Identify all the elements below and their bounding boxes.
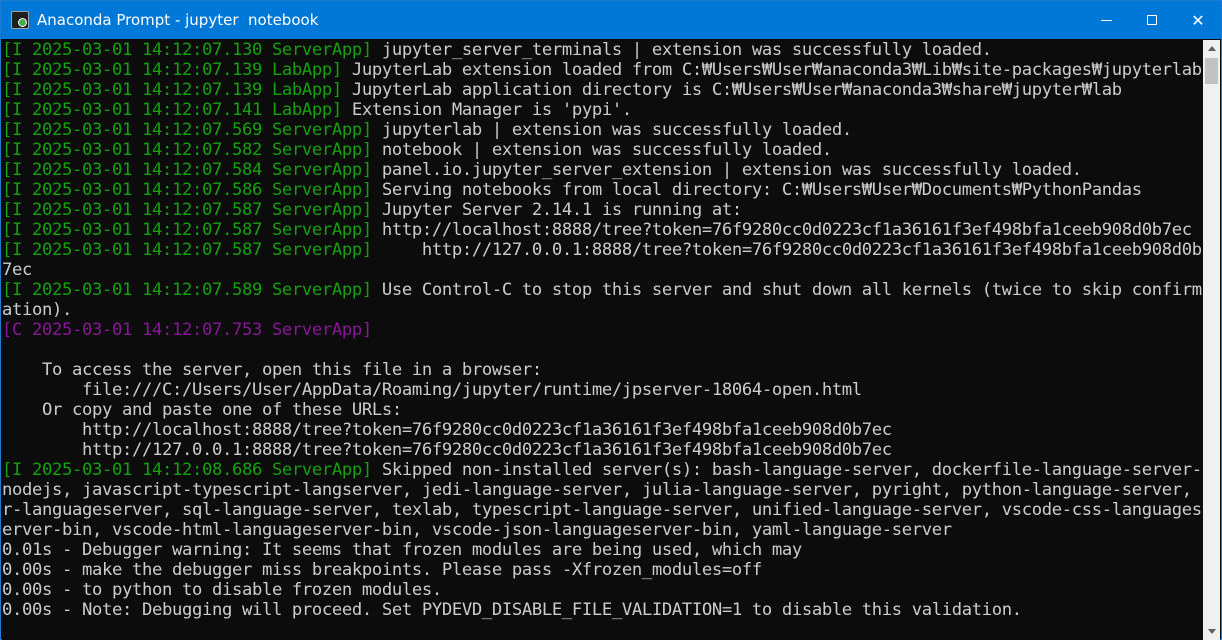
scroll-down-button[interactable] — [1203, 623, 1220, 640]
console-line: [I 2025-03-01 14:12:07.141 LabApp] Exten… — [2, 100, 1204, 120]
console-line: ation). — [2, 300, 1204, 320]
console-line: [I 2025-03-01 14:12:07.139 LabApp] Jupyt… — [2, 80, 1204, 100]
console-line: [I 2025-03-01 14:12:07.582 ServerApp] no… — [2, 140, 1204, 160]
log-message: Use Control-C to stop this server and sh… — [371, 280, 1202, 300]
log-message: ation). — [2, 300, 72, 320]
log-prefix: [I 2025-03-01 14:12:07.139 LabApp] — [2, 80, 342, 100]
console-line: r-languageserver, sql-language-server, t… — [2, 500, 1204, 520]
log-prefix: [I 2025-03-01 14:12:07.587 ServerApp] — [2, 220, 372, 240]
title-bar[interactable]: Anaconda Prompt - jupyter notebook ✕ — [1, 1, 1221, 39]
console-line: file:///C:/Users/User/AppData/Roaming/ju… — [2, 380, 1204, 400]
console-line: 0.00s - Note: Debugging will proceed. Se… — [2, 600, 1204, 620]
log-message: notebook | extension was successfully lo… — [371, 140, 832, 160]
scrollbar-thumb[interactable] — [1205, 58, 1218, 84]
log-message: file:///C:/Users/User/AppData/Roaming/ju… — [2, 380, 862, 400]
window-controls: ✕ — [1083, 1, 1221, 39]
console-line: To access the server, open this file in … — [2, 360, 1204, 380]
log-message: 7ec — [2, 260, 32, 280]
log-prefix: [I 2025-03-01 14:12:07.139 LabApp] — [2, 60, 342, 80]
log-message: 0.00s - to python to disable frozen modu… — [2, 580, 442, 600]
log-message: Extension Manager is 'pypi'. — [341, 100, 632, 120]
log-prefix: [I 2025-03-01 14:12:07.130 ServerApp] — [2, 40, 372, 60]
minimize-icon — [1100, 19, 1112, 21]
console-line: nodejs, javascript-typescript-langserver… — [2, 480, 1204, 500]
anaconda-prompt-icon[interactable] — [11, 11, 29, 29]
console-line: [I 2025-03-01 14:12:07.584 ServerApp] pa… — [2, 160, 1204, 180]
log-prefix: [C 2025-03-01 14:12:07.753 ServerApp] — [2, 320, 372, 340]
log-prefix: [I 2025-03-01 14:12:08.686 ServerApp] — [2, 460, 372, 480]
window-title: Anaconda Prompt - jupyter notebook — [37, 11, 319, 29]
console-line: [I 2025-03-01 14:12:07.587 ServerApp] Ju… — [2, 200, 1204, 220]
log-prefix: [I 2025-03-01 14:12:07.587 ServerApp] — [2, 240, 372, 260]
console-line: Or copy and paste one of these URLs: — [2, 400, 1204, 420]
log-message: nodejs, javascript-typescript-langserver… — [2, 480, 1204, 500]
log-prefix: [I 2025-03-01 14:12:07.587 ServerApp] — [2, 200, 372, 220]
log-message: erver-bin, vscode-html-languageserver-bi… — [2, 520, 952, 540]
log-message: http://127.0.0.1:8888/tree?token=76f9280… — [371, 240, 1202, 260]
scroll-up-button[interactable] — [1203, 40, 1220, 57]
log-message: jupyterlab | extension was successfully … — [371, 120, 852, 140]
console-line: 0.01s - Debugger warning: It seems that … — [2, 540, 1204, 560]
scroll-up-arrow-icon — [1207, 46, 1216, 51]
log-message: JupyterLab extension loaded from C:₩User… — [341, 60, 1202, 80]
log-prefix: [I 2025-03-01 14:12:07.589 ServerApp] — [2, 280, 372, 300]
console-line: [I 2025-03-01 14:12:07.139 LabApp] Jupyt… — [2, 60, 1204, 80]
log-prefix: [I 2025-03-01 14:12:07.584 ServerApp] — [2, 160, 372, 180]
vertical-scrollbar[interactable] — [1203, 40, 1220, 640]
console-line: [I 2025-03-01 14:12:07.587 ServerApp] ht… — [2, 220, 1204, 240]
scroll-down-arrow-icon — [1207, 629, 1216, 634]
log-message: To access the server, open this file in … — [2, 360, 542, 380]
console-line: [I 2025-03-01 14:12:08.686 ServerApp] Sk… — [2, 460, 1204, 480]
console-line: 7ec — [2, 260, 1204, 280]
log-message: r-languageserver, sql-language-server, t… — [2, 500, 1202, 520]
log-message: 0.01s - Debugger warning: It seems that … — [2, 540, 802, 560]
console-line: 0.00s - make the debugger miss breakpoin… — [2, 560, 1204, 580]
console-line: [I 2025-03-01 14:12:07.586 ServerApp] Se… — [2, 180, 1204, 200]
log-message: Serving notebooks from local directory: … — [371, 180, 1142, 200]
console-line: http://localhost:8888/tree?token=76f9280… — [2, 420, 1204, 440]
console-line: [I 2025-03-01 14:12:07.587 ServerApp] ht… — [2, 240, 1204, 260]
log-message: 0.00s - make the debugger miss breakpoin… — [2, 560, 762, 580]
log-message: 0.00s - Note: Debugging will proceed. Se… — [2, 600, 1022, 620]
console-line: http://127.0.0.1:8888/tree?token=76f9280… — [2, 440, 1204, 460]
maximize-icon — [1147, 15, 1157, 25]
close-button[interactable]: ✕ — [1175, 1, 1221, 39]
log-message: panel.io.jupyter_server_extension | exte… — [371, 160, 1082, 180]
maximize-button[interactable] — [1129, 1, 1175, 39]
log-message: JupyterLab application directory is C:₩U… — [341, 80, 1122, 100]
log-message: jupyter_server_terminals | extension was… — [371, 40, 992, 60]
console-line: erver-bin, vscode-html-languageserver-bi… — [2, 520, 1204, 540]
log-message: http://127.0.0.1:8888/tree?token=76f9280… — [2, 440, 892, 460]
console-line: [C 2025-03-01 14:12:07.753 ServerApp] — [2, 320, 1204, 340]
close-icon: ✕ — [1191, 10, 1205, 30]
log-prefix: [I 2025-03-01 14:12:07.586 ServerApp] — [2, 180, 372, 200]
console-line: [I 2025-03-01 14:12:07.589 ServerApp] Us… — [2, 280, 1204, 300]
log-prefix: [I 2025-03-01 14:12:07.569 ServerApp] — [2, 120, 372, 140]
log-prefix: [I 2025-03-01 14:12:07.582 ServerApp] — [2, 140, 372, 160]
minimize-button[interactable] — [1083, 1, 1129, 39]
log-message: http://localhost:8888/tree?token=76f9280… — [2, 420, 892, 440]
log-prefix: [I 2025-03-01 14:12:07.141 LabApp] — [2, 100, 342, 120]
log-message: Or copy and paste one of these URLs: — [2, 400, 402, 420]
log-message: http://localhost:8888/tree?token=76f9280… — [371, 220, 1192, 240]
console-line: 0.00s - to python to disable frozen modu… — [2, 580, 1204, 600]
log-message: Jupyter Server 2.14.1 is running at: — [371, 200, 742, 220]
console-output[interactable]: [I 2025-03-01 14:12:07.130 ServerApp] ju… — [2, 40, 1204, 640]
console-line: [I 2025-03-01 14:12:07.130 ServerApp] ju… — [2, 40, 1204, 60]
console-line: [I 2025-03-01 14:12:07.569 ServerApp] ju… — [2, 120, 1204, 140]
console-window: Anaconda Prompt - jupyter notebook ✕ [I … — [0, 0, 1222, 640]
log-message: Skipped non-installed server(s): bash-la… — [371, 460, 1202, 480]
